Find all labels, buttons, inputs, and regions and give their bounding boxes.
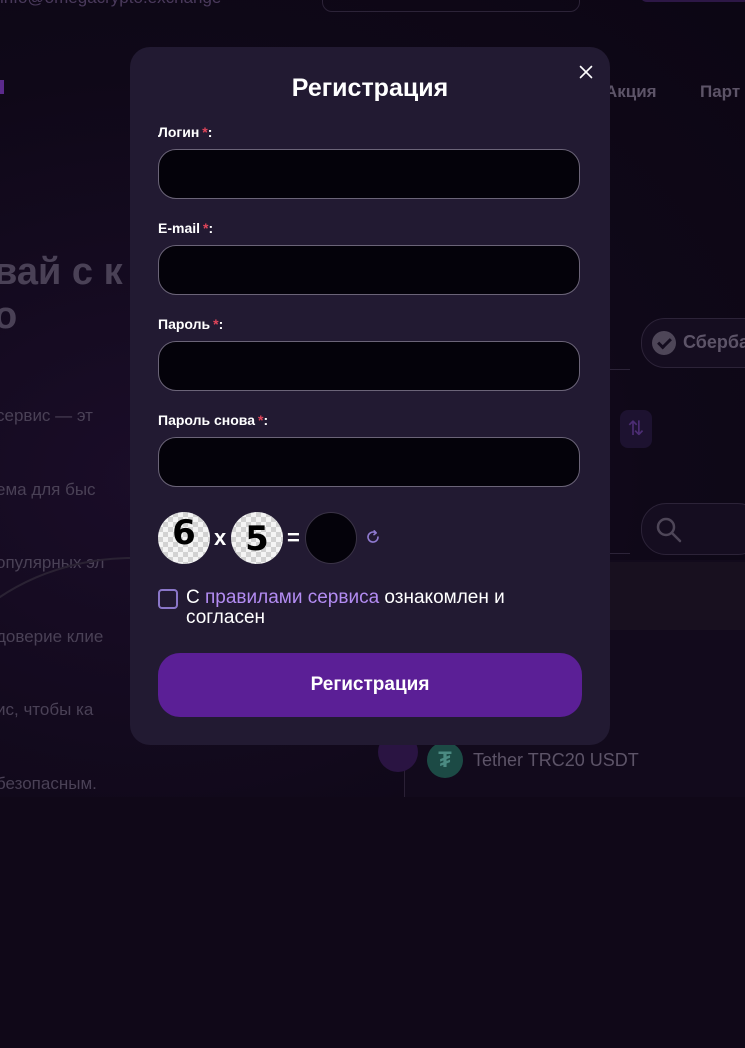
login-input[interactable] [158, 149, 580, 199]
captcha-equals: = [287, 525, 300, 550]
agreement-prefix: С [186, 587, 205, 608]
hero-heading: вай с к о [0, 250, 123, 338]
divider [610, 369, 630, 370]
divider [610, 553, 630, 554]
label-colon: : [208, 220, 214, 236]
captcha-refresh-button[interactable] [365, 529, 381, 545]
header-button [640, 0, 745, 2]
swap-icon: ⇅ [620, 410, 652, 448]
currency-label: Tether TRC20 USDT [473, 750, 639, 770]
bank-select: Сберба [641, 318, 745, 368]
sber-icon [652, 331, 676, 355]
currency-search [641, 503, 745, 555]
search-icon [656, 517, 682, 543]
agreement-checkbox[interactable] [158, 589, 178, 609]
password-repeat-label: Пароль снова *: [158, 412, 268, 428]
paragraph-line: ема для быс [0, 479, 96, 499]
register-button[interactable]: Регистрация [158, 653, 582, 717]
tether-icon [427, 742, 463, 778]
captcha-answer-input[interactable] [305, 512, 357, 564]
paragraph-line: сервис — эт [0, 406, 93, 425]
hero-line: вай с к [0, 251, 123, 293]
label-colon: : [263, 412, 269, 428]
bank-label: Сберба [683, 332, 745, 352]
password-repeat-input[interactable] [158, 437, 580, 487]
agreement-text: С правилами сервиса ознакомлен и согласе… [186, 588, 556, 628]
hero-line: о [0, 295, 18, 337]
login-label: Логин *: [158, 124, 212, 140]
captcha-operand-2: 5 [231, 512, 283, 564]
refresh-icon [367, 529, 379, 543]
nav-item-partners: Парт [700, 82, 741, 101]
logo-mark [0, 80, 4, 94]
password-input[interactable] [158, 341, 580, 391]
nav-item-promo: Акция [605, 82, 657, 101]
captcha-operand-1: 6 [158, 512, 210, 564]
label-text: E-mail [158, 220, 201, 236]
service-rules-link[interactable]: правилами сервиса [205, 587, 379, 608]
password-label: Пароль *: [158, 316, 223, 332]
contact-email: info@omegacrypto.exchange [0, 0, 221, 8]
email-input[interactable] [158, 245, 580, 295]
email-label: E-mail *: [158, 220, 213, 236]
registration-modal: Регистрация Логин *: E-mail *: Пароль *: Па… [130, 47, 610, 745]
label-colon: : [207, 124, 213, 140]
label-text: Пароль снова [158, 412, 255, 428]
label-text: Пароль [158, 316, 211, 332]
label-colon: : [218, 316, 224, 332]
captcha-operator: x [214, 525, 227, 550]
modal-title: Регистрация [291, 74, 449, 102]
label-text: Логин [158, 124, 200, 140]
header-search-box [322, 0, 580, 12]
